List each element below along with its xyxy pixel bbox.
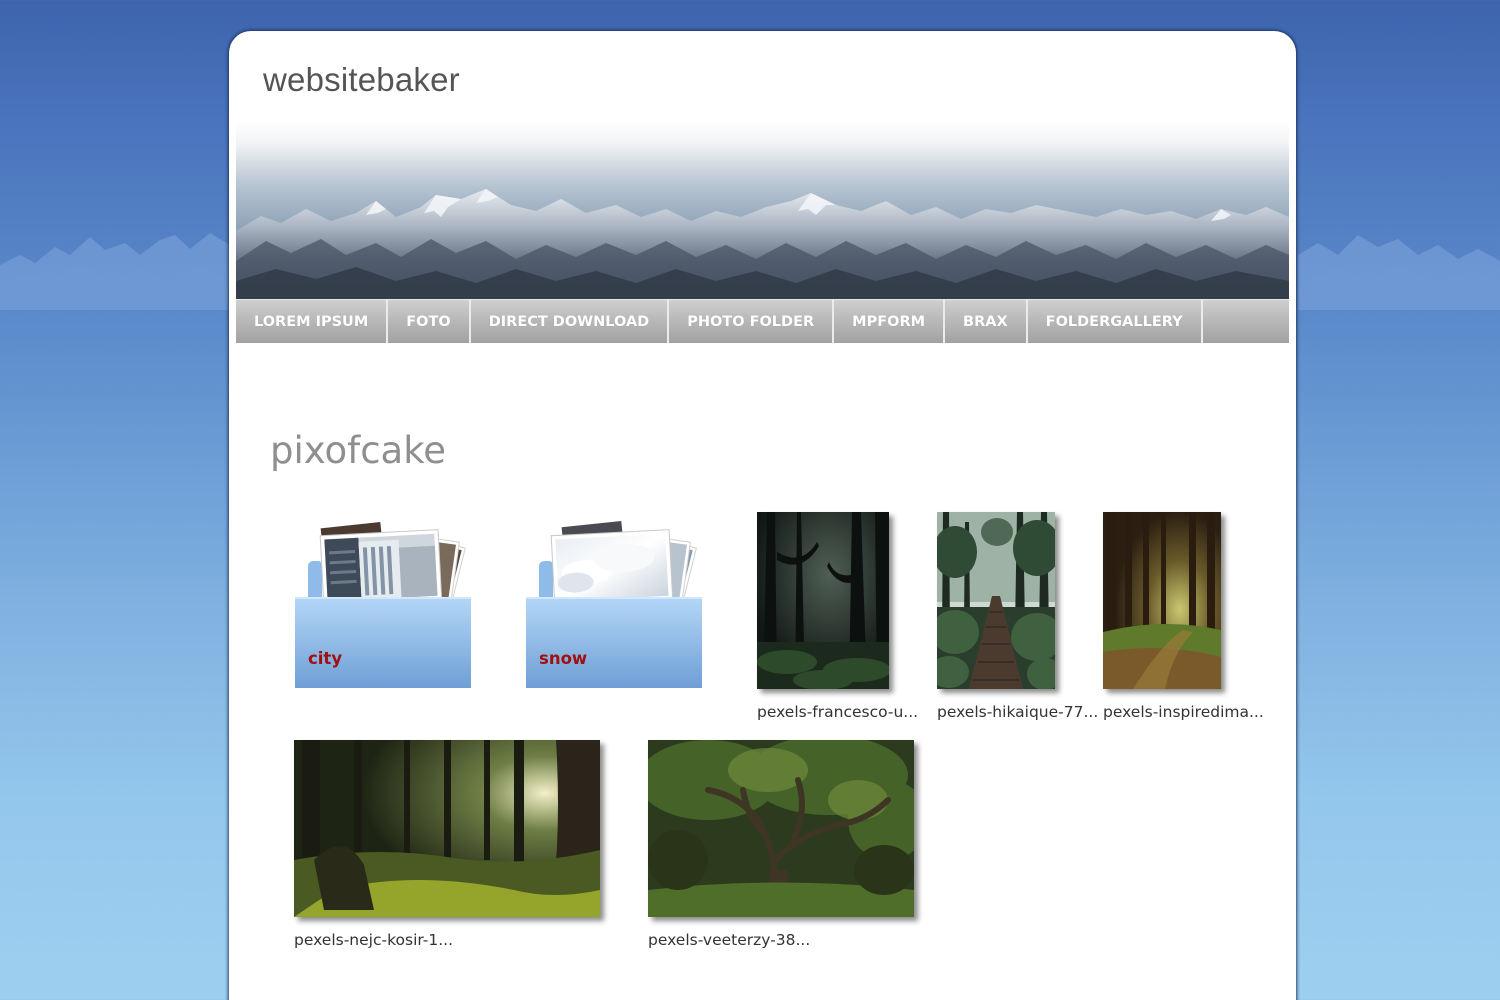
- site-title[interactable]: websitebaker: [263, 61, 460, 99]
- folder-label[interactable]: snow: [539, 649, 587, 668]
- image-thumbnail[interactable]: [757, 512, 889, 689]
- folder-city[interactable]: city: [294, 519, 474, 689]
- main-navigation: LOREM IPSUM FOTO DIRECT DOWNLOAD PHOTO F…: [236, 299, 1289, 343]
- background-mountains-right: [1298, 235, 1500, 310]
- header-banner: [236, 121, 1289, 299]
- image-caption[interactable]: pexels-inspiredima...: [1103, 703, 1264, 721]
- nav-item-photo-folder[interactable]: PHOTO FOLDER: [669, 300, 835, 343]
- mountain-banner-image: [236, 121, 1289, 299]
- image-caption[interactable]: pexels-nejc-kosir-1...: [294, 931, 453, 949]
- nav-item-lorem-ipsum[interactable]: LOREM IPSUM: [236, 300, 389, 343]
- nav-item-mpform[interactable]: MPFORM: [834, 300, 946, 343]
- page-heading: pixofcake: [270, 429, 447, 472]
- folder-label[interactable]: city: [308, 649, 342, 668]
- page-card: websitebaker LOREM IPSUM FOTO DIRECT DOW…: [229, 31, 1296, 1000]
- image-caption[interactable]: pexels-veeterzy-38...: [648, 931, 810, 949]
- image-thumbnail[interactable]: [648, 740, 914, 917]
- image-thumbnail[interactable]: [294, 740, 600, 917]
- image-thumbnail[interactable]: [937, 512, 1055, 689]
- nav-item-foto[interactable]: FOTO: [388, 300, 471, 343]
- image-caption[interactable]: pexels-hikaique-77...: [937, 703, 1098, 721]
- nav-item-foldergallery[interactable]: FOLDERGALLERY: [1028, 300, 1203, 343]
- background-mountains-left: [0, 233, 230, 310]
- image-caption[interactable]: pexels-francesco-u...: [757, 703, 918, 721]
- image-thumbnail[interactable]: [1103, 512, 1221, 689]
- nav-item-direct-download[interactable]: DIRECT DOWNLOAD: [471, 300, 670, 343]
- nav-item-brax[interactable]: BRAX: [945, 300, 1028, 343]
- folder-snow[interactable]: snow: [525, 519, 705, 689]
